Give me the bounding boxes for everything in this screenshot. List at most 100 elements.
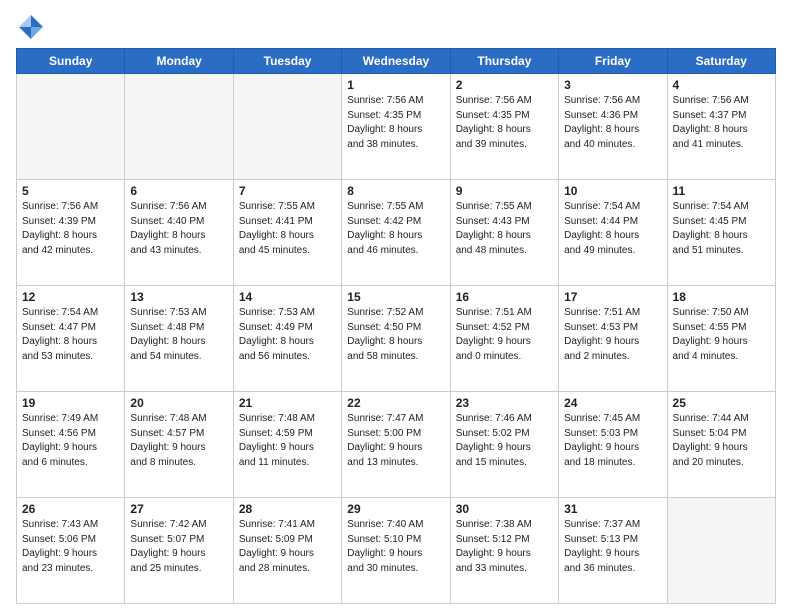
day-number: 1 bbox=[347, 78, 444, 92]
calendar-cell: 3Sunrise: 7:56 AM Sunset: 4:36 PM Daylig… bbox=[559, 74, 667, 180]
calendar-cell: 6 Sunrise: 7:56 AM Sunset: 4:40 PM Daylig… bbox=[125, 180, 233, 286]
calendar-cell: 27 Sunrise: 7:42 AM Sunset: 5:07 PM Dayli… bbox=[125, 498, 233, 604]
day-info: Sunrise: 7:51 AM Sunset: 4:52 PM Dayligh… bbox=[456, 306, 553, 364]
day-number: 19 bbox=[22, 396, 119, 410]
day-number: 13 bbox=[130, 290, 227, 304]
day-info: Sunrise: 7:56 AM Sunset: 4:35 PM Dayligh… bbox=[456, 94, 553, 152]
day-info: Sunrise: 7:54 AM Sunset: 4:45 PM Dayligh… bbox=[673, 200, 770, 258]
day-number: 27 bbox=[130, 502, 227, 516]
calendar-cell: 20 Sunrise: 7:48 AM Sunset: 4:57 PM Dayli… bbox=[125, 392, 233, 498]
day-number: 20 bbox=[130, 396, 227, 410]
calendar-cell bbox=[125, 74, 233, 180]
calendar-cell: 22Sunrise: 7:47 AM Sunset: 5:00 PM Dayli… bbox=[342, 392, 450, 498]
day-number: 28 bbox=[239, 502, 336, 516]
day-info: Sunrise: 7:44 AM Sunset: 5:04 PM Dayligh… bbox=[673, 412, 770, 470]
day-info: Sunrise: 7:48 AM Sunset: 4:57 PM Dayligh… bbox=[130, 412, 227, 470]
day-number: 5 bbox=[22, 184, 119, 198]
day-info: Sunrise: 7:40 AM Sunset: 5:10 PM Dayligh… bbox=[347, 518, 444, 576]
calendar-cell: 7 Sunrise: 7:55 AM Sunset: 4:41 PM Daylig… bbox=[233, 180, 341, 286]
calendar-header-wednesday: Wednesday bbox=[342, 49, 450, 74]
calendar-cell: 24 Sunrise: 7:45 AM Sunset: 5:03 PM Dayli… bbox=[559, 392, 667, 498]
calendar-cell: 25Sunrise: 7:44 AM Sunset: 5:04 PM Dayli… bbox=[667, 392, 775, 498]
calendar-table: SundayMondayTuesdayWednesdayThursdayFrid… bbox=[16, 48, 776, 604]
calendar-cell: 29 Sunrise: 7:40 AM Sunset: 5:10 PM Dayli… bbox=[342, 498, 450, 604]
day-info: Sunrise: 7:56 AM Sunset: 4:39 PM Dayligh… bbox=[22, 200, 119, 258]
day-number: 6 bbox=[130, 184, 227, 198]
day-info: Sunrise: 7:50 AM Sunset: 4:55 PM Dayligh… bbox=[673, 306, 770, 364]
calendar-cell: 18 Sunrise: 7:50 AM Sunset: 4:55 PM Dayli… bbox=[667, 286, 775, 392]
calendar-cell: 8Sunrise: 7:55 AM Sunset: 4:42 PM Daylig… bbox=[342, 180, 450, 286]
day-number: 31 bbox=[564, 502, 661, 516]
calendar-cell: 9 Sunrise: 7:55 AM Sunset: 4:43 PM Daylig… bbox=[450, 180, 558, 286]
calendar-cell bbox=[17, 74, 125, 180]
day-number: 17 bbox=[564, 290, 661, 304]
day-number: 22 bbox=[347, 396, 444, 410]
calendar-header-saturday: Saturday bbox=[667, 49, 775, 74]
calendar-week-4: 19Sunrise: 7:49 AM Sunset: 4:56 PM Dayli… bbox=[17, 392, 776, 498]
calendar-header-row: SundayMondayTuesdayWednesdayThursdayFrid… bbox=[17, 49, 776, 74]
calendar-cell bbox=[667, 498, 775, 604]
day-info: Sunrise: 7:48 AM Sunset: 4:59 PM Dayligh… bbox=[239, 412, 336, 470]
day-number: 11 bbox=[673, 184, 770, 198]
calendar-cell: 1 Sunrise: 7:56 AM Sunset: 4:35 PM Daylig… bbox=[342, 74, 450, 180]
calendar-cell: 13 Sunrise: 7:53 AM Sunset: 4:48 PM Dayli… bbox=[125, 286, 233, 392]
day-number: 23 bbox=[456, 396, 553, 410]
day-number: 10 bbox=[564, 184, 661, 198]
logo bbox=[16, 12, 50, 42]
day-info: Sunrise: 7:56 AM Sunset: 4:37 PM Dayligh… bbox=[673, 94, 770, 152]
calendar-week-5: 26 Sunrise: 7:43 AM Sunset: 5:06 PM Dayli… bbox=[17, 498, 776, 604]
day-number: 16 bbox=[456, 290, 553, 304]
day-number: 15 bbox=[347, 290, 444, 304]
day-number: 26 bbox=[22, 502, 119, 516]
day-info: Sunrise: 7:54 AM Sunset: 4:44 PM Dayligh… bbox=[564, 200, 661, 258]
calendar-week-1: 1 Sunrise: 7:56 AM Sunset: 4:35 PM Daylig… bbox=[17, 74, 776, 180]
calendar-header-friday: Friday bbox=[559, 49, 667, 74]
calendar-header-tuesday: Tuesday bbox=[233, 49, 341, 74]
day-number: 18 bbox=[673, 290, 770, 304]
day-number: 29 bbox=[347, 502, 444, 516]
day-info: Sunrise: 7:37 AM Sunset: 5:13 PM Dayligh… bbox=[564, 518, 661, 576]
day-number: 24 bbox=[564, 396, 661, 410]
calendar-cell: 21 Sunrise: 7:48 AM Sunset: 4:59 PM Dayli… bbox=[233, 392, 341, 498]
calendar-cell: 16 Sunrise: 7:51 AM Sunset: 4:52 PM Dayli… bbox=[450, 286, 558, 392]
calendar-cell: 2Sunrise: 7:56 AM Sunset: 4:35 PM Daylig… bbox=[450, 74, 558, 180]
calendar-header-monday: Monday bbox=[125, 49, 233, 74]
calendar-cell: 12Sunrise: 7:54 AM Sunset: 4:47 PM Dayli… bbox=[17, 286, 125, 392]
day-info: Sunrise: 7:56 AM Sunset: 4:40 PM Dayligh… bbox=[130, 200, 227, 258]
day-info: Sunrise: 7:45 AM Sunset: 5:03 PM Dayligh… bbox=[564, 412, 661, 470]
day-info: Sunrise: 7:56 AM Sunset: 4:35 PM Dayligh… bbox=[347, 94, 444, 152]
calendar-header-thursday: Thursday bbox=[450, 49, 558, 74]
day-info: Sunrise: 7:46 AM Sunset: 5:02 PM Dayligh… bbox=[456, 412, 553, 470]
day-info: Sunrise: 7:41 AM Sunset: 5:09 PM Dayligh… bbox=[239, 518, 336, 576]
calendar-cell: 26 Sunrise: 7:43 AM Sunset: 5:06 PM Dayli… bbox=[17, 498, 125, 604]
day-info: Sunrise: 7:53 AM Sunset: 4:49 PM Dayligh… bbox=[239, 306, 336, 364]
header bbox=[16, 12, 776, 42]
page: SundayMondayTuesdayWednesdayThursdayFrid… bbox=[0, 0, 792, 612]
day-info: Sunrise: 7:38 AM Sunset: 5:12 PM Dayligh… bbox=[456, 518, 553, 576]
day-number: 7 bbox=[239, 184, 336, 198]
day-number: 21 bbox=[239, 396, 336, 410]
calendar-cell: 23 Sunrise: 7:46 AM Sunset: 5:02 PM Dayli… bbox=[450, 392, 558, 498]
day-number: 12 bbox=[22, 290, 119, 304]
calendar-cell: 30 Sunrise: 7:38 AM Sunset: 5:12 PM Dayli… bbox=[450, 498, 558, 604]
logo-icon bbox=[16, 12, 46, 42]
calendar-header-sunday: Sunday bbox=[17, 49, 125, 74]
day-number: 30 bbox=[456, 502, 553, 516]
calendar-cell: 17 Sunrise: 7:51 AM Sunset: 4:53 PM Dayli… bbox=[559, 286, 667, 392]
day-info: Sunrise: 7:43 AM Sunset: 5:06 PM Dayligh… bbox=[22, 518, 119, 576]
day-info: Sunrise: 7:53 AM Sunset: 4:48 PM Dayligh… bbox=[130, 306, 227, 364]
calendar-cell: 28 Sunrise: 7:41 AM Sunset: 5:09 PM Dayli… bbox=[233, 498, 341, 604]
calendar-cell: 5 Sunrise: 7:56 AM Sunset: 4:39 PM Daylig… bbox=[17, 180, 125, 286]
day-info: Sunrise: 7:51 AM Sunset: 4:53 PM Dayligh… bbox=[564, 306, 661, 364]
calendar-cell: 4Sunrise: 7:56 AM Sunset: 4:37 PM Daylig… bbox=[667, 74, 775, 180]
day-info: Sunrise: 7:42 AM Sunset: 5:07 PM Dayligh… bbox=[130, 518, 227, 576]
day-number: 9 bbox=[456, 184, 553, 198]
day-info: Sunrise: 7:55 AM Sunset: 4:43 PM Dayligh… bbox=[456, 200, 553, 258]
day-info: Sunrise: 7:52 AM Sunset: 4:50 PM Dayligh… bbox=[347, 306, 444, 364]
day-info: Sunrise: 7:55 AM Sunset: 4:41 PM Dayligh… bbox=[239, 200, 336, 258]
calendar-cell: 19Sunrise: 7:49 AM Sunset: 4:56 PM Dayli… bbox=[17, 392, 125, 498]
calendar-cell: 11 Sunrise: 7:54 AM Sunset: 4:45 PM Dayli… bbox=[667, 180, 775, 286]
calendar-cell: 31 Sunrise: 7:37 AM Sunset: 5:13 PM Dayli… bbox=[559, 498, 667, 604]
day-info: Sunrise: 7:55 AM Sunset: 4:42 PM Dayligh… bbox=[347, 200, 444, 258]
calendar-cell: 14Sunrise: 7:53 AM Sunset: 4:49 PM Dayli… bbox=[233, 286, 341, 392]
